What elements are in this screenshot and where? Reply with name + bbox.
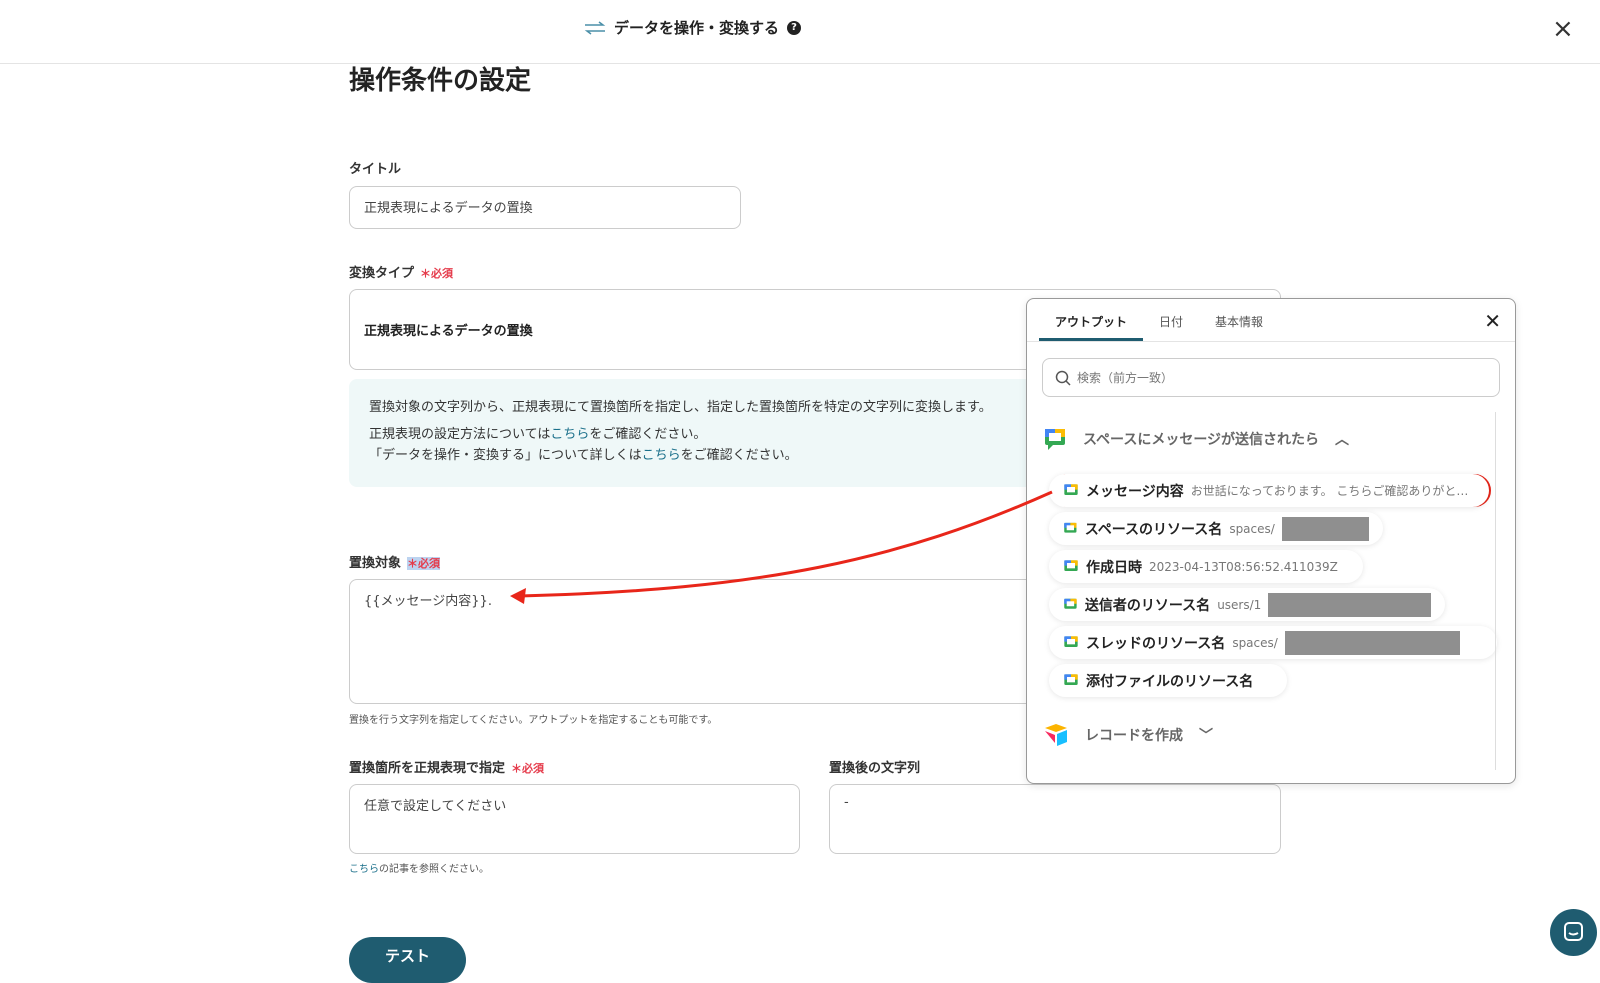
- divider: [1027, 341, 1515, 342]
- search-icon: [1055, 370, 1071, 386]
- output-item[interactable]: メッセージ内容 お世話になっております。 こちらご確認ありがと…: [1049, 474, 1489, 507]
- info-text: 「データを操作・変換する」について詳しくは: [369, 448, 642, 463]
- header-title-text: データを操作・変換する: [614, 19, 780, 37]
- regex-textarea[interactable]: 任意で設定してください: [349, 784, 800, 854]
- test-button[interactable]: テスト: [349, 937, 466, 983]
- google-chat-icon: [1064, 635, 1078, 647]
- info-text: をご確認ください。: [680, 448, 798, 463]
- search-placeholder: 検索（前方一致）: [1077, 371, 1174, 385]
- item-value: users/1: [1217, 597, 1262, 612]
- regex-label: 置換箇所を正規表現で指定 ＊必須: [349, 757, 544, 776]
- output-picker-popup: アウトプット 日付 基本情報 ✕ 検索（前方一致） スペースにメッセージが送信さ…: [1026, 298, 1516, 784]
- tab-basic-info[interactable]: 基本情報: [1199, 299, 1279, 341]
- tab-date[interactable]: 日付: [1143, 299, 1199, 341]
- item-value: spaces/: [1229, 521, 1275, 536]
- target-hint: 置換を行う文字列を指定してください。アウトプットを指定することも可能です。: [349, 715, 718, 726]
- chevron-down-icon: ﹀: [1199, 728, 1213, 744]
- page-title: 操作条件の設定: [349, 66, 532, 96]
- regex-help-link[interactable]: こちら: [550, 427, 589, 442]
- transform-icon: [584, 20, 606, 35]
- redacted-block: [1284, 630, 1460, 655]
- regex-label-text: 置換箇所を正規表現で指定: [349, 761, 506, 776]
- header-title: データを操作・変換する ?: [584, 17, 802, 38]
- title-input[interactable]: 正規表現によるデータの置換: [349, 186, 741, 229]
- popup-tabs: アウトプット 日付 基本情報: [1039, 299, 1279, 341]
- info-text: 正規表現の設定方法については: [369, 427, 551, 442]
- redacted-block: [1268, 592, 1431, 617]
- required-badge: ＊必須: [420, 267, 454, 280]
- type-label: 変換タイプ ＊必須: [349, 262, 453, 281]
- target-label: 置換対象 ＊必須: [349, 552, 441, 571]
- after-textarea[interactable]: -: [829, 784, 1281, 854]
- output-item[interactable]: 作成日時 2023-04-13T08:56:52.411039Z: [1049, 550, 1363, 583]
- item-label: 作成日時: [1086, 559, 1142, 576]
- transform-help-link[interactable]: こちら: [642, 448, 681, 463]
- info-text: をご確認ください。: [589, 427, 707, 442]
- item-label: 送信者のリソース名: [1084, 597, 1211, 614]
- google-chat-icon: [1045, 429, 1065, 450]
- output-item[interactable]: 送信者のリソース名 users/1: [1049, 588, 1445, 621]
- google-chat-icon: [1064, 483, 1078, 495]
- required-badge: ＊必須: [407, 557, 441, 570]
- section-title: レコードを作成: [1085, 728, 1183, 744]
- popup-close-icon[interactable]: ✕: [1484, 309, 1501, 333]
- item-label: スペースのリソース名: [1084, 521, 1223, 538]
- section-space-message[interactable]: スペースにメッセージが送信されたら ︿: [1043, 427, 1349, 451]
- section-title: スペースにメッセージが送信されたら: [1083, 432, 1320, 448]
- output-item[interactable]: 添付ファイルのリソース名: [1049, 664, 1287, 697]
- output-item[interactable]: スレッドのリソース名 spaces/: [1049, 626, 1497, 659]
- output-item[interactable]: スペースのリソース名 spaces/: [1049, 512, 1383, 545]
- close-icon[interactable]: ×: [1552, 14, 1574, 44]
- item-value: お世話になっております。 こちらご確認ありがと…: [1190, 484, 1469, 498]
- section-create-record[interactable]: レコードを作成 ﹀: [1043, 723, 1213, 747]
- chevron-up-icon: ︿: [1335, 432, 1350, 448]
- target-label-text: 置換対象: [349, 556, 402, 571]
- scrollbar[interactable]: [1495, 412, 1496, 770]
- redacted-block: [1281, 516, 1369, 541]
- google-chat-icon: [1064, 522, 1077, 533]
- type-label-text: 変換タイプ: [349, 266, 415, 281]
- item-label: メッセージ内容: [1086, 483, 1184, 500]
- item-value: spaces/: [1232, 635, 1278, 650]
- item-label: 添付ファイルのリソース名: [1086, 673, 1254, 690]
- article-link[interactable]: こちら: [349, 864, 379, 875]
- google-chat-icon: [1064, 598, 1077, 609]
- title-label: タイトル: [349, 162, 402, 177]
- google-chat-icon: [1064, 559, 1078, 571]
- required-badge: ＊必須: [511, 762, 545, 775]
- google-chat-icon: [1064, 673, 1078, 685]
- hint-text: の記事を参照ください。: [379, 864, 489, 875]
- airtable-icon: [1045, 724, 1067, 746]
- after-label: 置換後の文字列: [829, 761, 921, 776]
- help-icon[interactable]: ?: [787, 20, 802, 35]
- header: データを操作・変換する ? ×: [0, 0, 1600, 64]
- item-label: スレッドのリソース名: [1086, 635, 1226, 652]
- tab-output[interactable]: アウトプット: [1039, 299, 1144, 341]
- search-input[interactable]: 検索（前方一致）: [1042, 358, 1500, 397]
- chat-icon: [1564, 922, 1583, 941]
- chat-support-button[interactable]: [1550, 909, 1597, 956]
- regex-hint: こちらの記事を参照ください。: [349, 860, 489, 875]
- item-value: 2023-04-13T08:56:52.411039Z: [1149, 559, 1338, 574]
